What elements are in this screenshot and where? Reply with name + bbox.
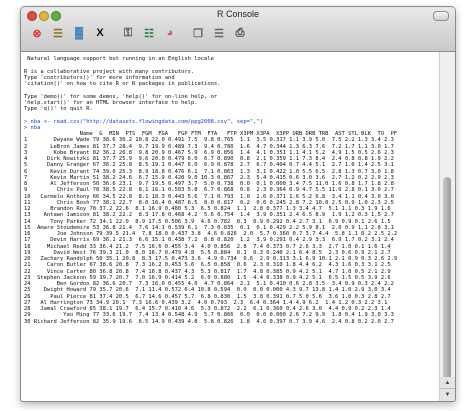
chart-icon: ▓ [74,27,84,39]
x11-icon: X [96,27,104,39]
console-line: 26 Paul Pierce 81 37.4 20.5 6.7 14.6 0.4… [24,293,391,300]
window-title: R Console [216,9,260,19]
x11-button[interactable]: X [90,22,110,44]
lock-button[interactable]: ⚿ [118,22,138,44]
console-line: 13 Antawn Jamison 81 38.2 22.2 8.3 17.8 … [24,212,394,219]
source-icon: ☰ [53,27,63,40]
table-icon: ☷ [144,27,154,40]
toolbar-toggle-button[interactable] [433,11,449,21]
console-line: 1 Dwyane Wade 79 38.6 30.2 10.8 22.0 0.4… [24,137,394,144]
stop-button[interactable]: ⊗ [27,22,47,44]
new-doc-icon: ❐ [193,27,203,40]
doc-icon: ☰ [214,27,224,40]
print-icon: ⎙ [235,26,245,39]
console-line: 5 Danny Granger 67 36.2 25.8 8.5 19.1 0.… [24,162,394,169]
table-button[interactable]: ☷ [139,22,159,44]
stop-icon: ⊗ [32,27,42,40]
console-line: 25 Dwight Howard 79 35.7 20.6 7.1 11.4 0… [24,287,391,294]
console-line: 17 Devin Harris 69 36.1 21.3 6.6 15.1 0.… [24,237,394,244]
console-line: 29 Yao Ming 77 33.6 19.7 7.4 13.4 0.548 … [24,312,394,319]
console-line: 22 Vince Carter 80 36.8 20.8 7.4 16.8 0.… [24,268,391,275]
color-wheel-button[interactable]: ◕ [160,22,180,44]
console-line: 6 Kevin Durant 74 39.0 25.3 8.9 18.8 0.4… [24,168,394,175]
new-doc-button[interactable]: ❐ [188,22,208,44]
console-line: 10 Carmelo Anthony 66 34.5 22.8 8.1 18.3… [24,193,394,200]
console-line: 30 Richard Jefferson 82 35.9 19.6 6.5 14… [24,318,394,325]
lock-icon: ⚿ [123,26,133,39]
console-output[interactable]: Natural language support but running in … [21,52,440,401]
console-line: 14 Tony Parker 72 34.1 22.0 8.9 17.5 0.5… [24,218,391,225]
source-button[interactable]: ☰ [48,22,68,44]
titlebar: R Console ⊗ ☰ ▓ X ⚿ ☷ ◕ ❐ ☰ ⎙ [21,7,455,52]
vertical-scrollbar[interactable]: ▲ ▼ [439,52,455,401]
console-line: 21 Caron Butler 67 38.6 20.8 7.3 16.2 0.… [24,262,391,269]
console-line: 9 Chris Paul 78 38.5 22.8 8.1 16.1 0.503… [24,187,394,194]
console-line: 18 Michael Redd 33 36.4 21.2 7.5 16.6 0.… [24,243,391,250]
scroll-down-button[interactable]: ▼ [440,388,455,401]
color-wheel-icon: ◕ [166,27,174,39]
console-line: 2 LeBron James 81 37.7 28.4 9.7 19.9 0.4… [24,143,394,150]
chart-button[interactable]: ▓ [69,22,89,44]
print-button[interactable]: ⎙ [230,22,250,44]
doc-button[interactable]: ☰ [209,22,229,44]
r-console-window: R Console ⊗ ☰ ▓ X ⚿ ☷ ◕ ❐ ☰ ⎙ Natural language su… [20,6,456,402]
scrollbar-thumb[interactable] [443,177,451,401]
